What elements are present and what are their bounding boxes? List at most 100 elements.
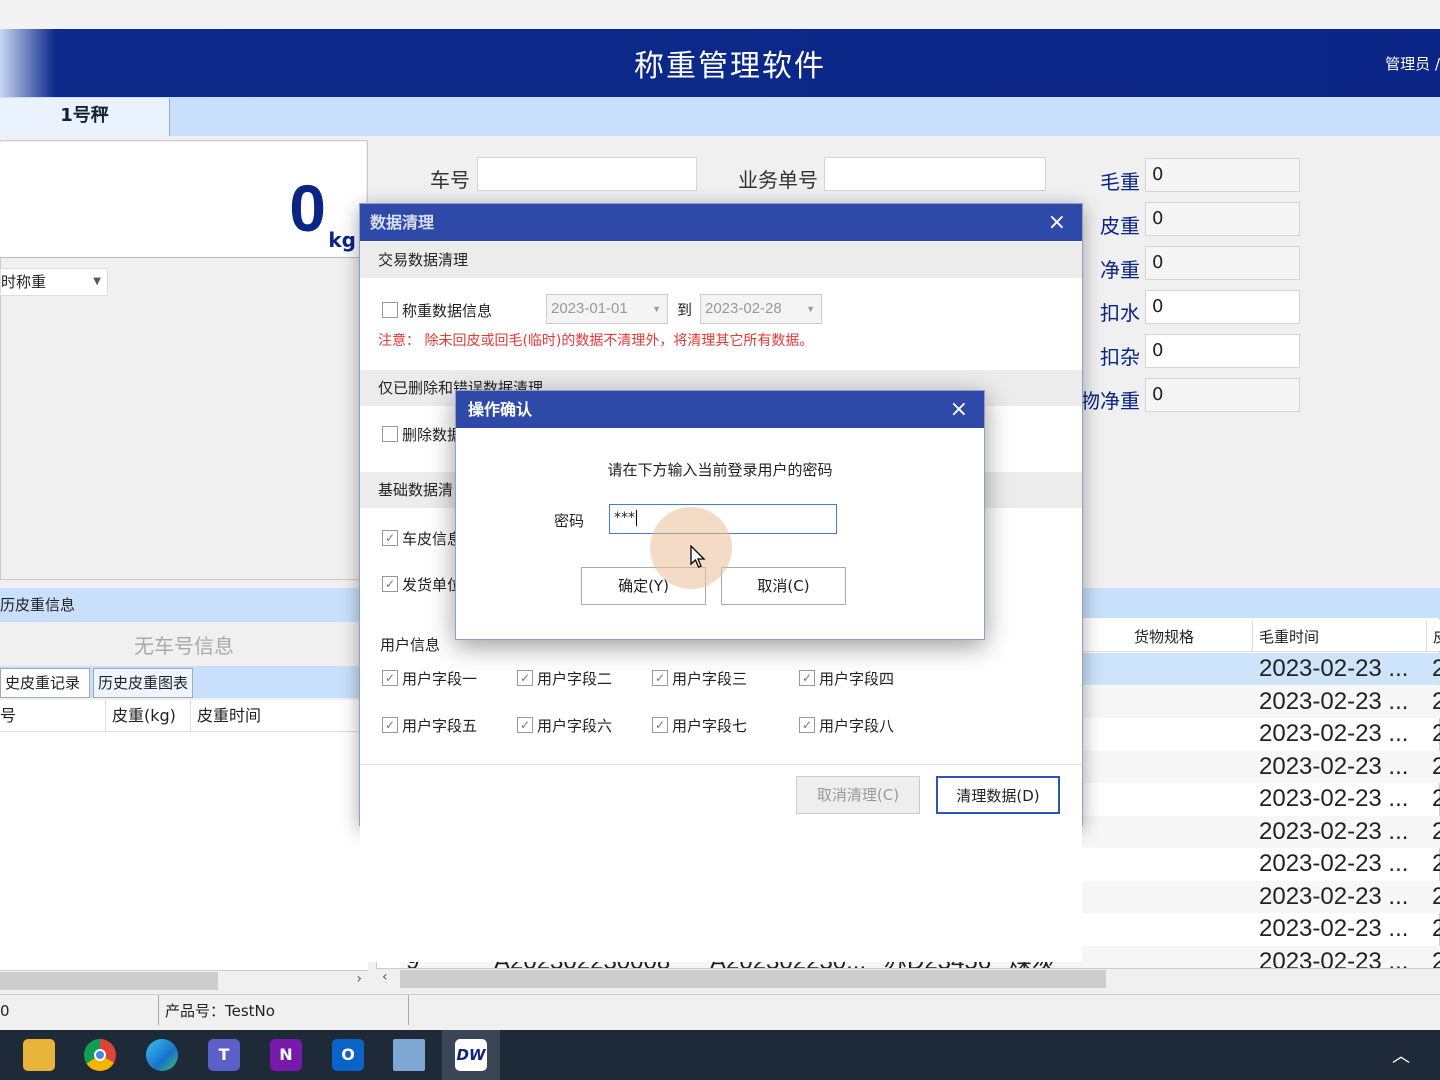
shipper-label: 发货单位 <box>402 576 463 594</box>
tare-info-title: 历皮重信息 <box>0 596 76 614</box>
left-hscrollbar[interactable]: › <box>0 970 368 990</box>
cell-tail: 2 <box>1432 882 1440 910</box>
chevron-down-icon: ▼ <box>652 304 661 314</box>
col-tare-time[interactable]: 皮重时间 <box>190 700 261 732</box>
water-deduct-input[interactable]: 0 <box>1145 290 1300 324</box>
scroll-left-icon[interactable]: ‹ <box>382 969 388 985</box>
weigh-mode-select[interactable]: 时称重 ▼ <box>0 268 108 296</box>
status-divider <box>408 995 409 1025</box>
vehicle-tare-checkbox[interactable]: ✓ <box>382 530 398 546</box>
user-field-8-checkbox[interactable]: ✓ <box>799 717 815 733</box>
cell-tail: 2 <box>1432 752 1440 780</box>
user-field-2-checkbox[interactable]: ✓ <box>517 670 533 686</box>
clean-data-button[interactable]: 清理数据(D) <box>936 776 1060 814</box>
chevron-down-icon: ▼ <box>806 304 815 314</box>
current-user[interactable]: 管理员 / <box>1385 53 1440 74</box>
app-title-bar: 称重管理软件 管理员 / <box>0 29 1440 97</box>
window-top-strip <box>0 0 1440 29</box>
confirm-title: 操作确认 <box>468 400 533 419</box>
user-field-5-label: 用户字段五 <box>402 717 478 735</box>
tare-table-header: 号 皮重(kg) 皮重时间 <box>0 700 368 732</box>
tab-tare-records[interactable]: 史皮重记录(0) <box>0 668 90 720</box>
cell-tail: 2 <box>1432 785 1440 812</box>
weight-value: 0 <box>289 171 326 245</box>
user-field-1-label: 用户字段一 <box>402 670 478 688</box>
tab-tare-chart[interactable]: 历史皮重图表 <box>93 668 193 698</box>
user-field-7-label: 用户字段七 <box>672 717 748 735</box>
date-to-value: 2023-02-28 <box>705 300 782 317</box>
data-clean-dialog-header: 数据清理 × <box>360 204 1082 241</box>
tare-table-body <box>0 732 368 970</box>
cell-time: 2023-02-23 ... <box>1259 720 1409 747</box>
close-icon[interactable]: × <box>950 391 968 428</box>
user-field-3-checkbox[interactable]: ✓ <box>652 670 668 686</box>
chevron-up-icon[interactable]: ︿ <box>1392 1042 1410 1068</box>
confirm-dialog: 操作确认 × 请在下方输入当前登录用户的密码 密码 *** 确定(Y) 取消(C… <box>455 390 985 640</box>
col-no[interactable]: 号 <box>0 700 16 732</box>
app-title: 称重管理软件 <box>634 49 826 84</box>
tab-scale-1[interactable]: 1号秤 <box>0 98 170 136</box>
password-label: 密码 <box>554 512 585 530</box>
cell-tail: 2 <box>1432 720 1440 747</box>
date-to-picker[interactable]: 2023-02-28 ▼ <box>700 294 822 324</box>
col-more[interactable]: 皮 <box>1426 620 1440 652</box>
vehicle-label: 车号 <box>430 168 470 192</box>
cell-time: 2023-02-23 ... <box>1259 915 1409 942</box>
outlook-icon[interactable]: O <box>332 1039 364 1071</box>
vehicle-input[interactable] <box>477 157 697 191</box>
cell-time: 2023-02-23 ... <box>1259 752 1409 780</box>
onenote-icon[interactable]: N <box>270 1039 302 1071</box>
scroll-thumb[interactable] <box>0 972 218 990</box>
user-info-heading: 用户信息 <box>380 636 441 654</box>
close-icon[interactable]: × <box>1048 204 1066 241</box>
edge-icon[interactable] <box>146 1039 178 1071</box>
weigh-mode-value: 时称重 <box>1 273 47 291</box>
cell-tail: 2 <box>1432 655 1440 682</box>
vehicle-tare-label: 车皮信息 <box>402 530 463 548</box>
grid-scroll-thumb[interactable] <box>400 970 1106 988</box>
user-field-1-checkbox[interactable]: ✓ <box>382 670 398 686</box>
data-clean-title: 数据清理 <box>370 213 435 232</box>
scroll-right-icon[interactable]: › <box>356 971 362 987</box>
weigh-info-label: 称重数据信息 <box>402 302 493 320</box>
cell-tail: 2 <box>1432 915 1440 942</box>
cancel-clean-button[interactable]: 取消清理(C) <box>796 776 920 814</box>
delete-data-checkbox[interactable] <box>382 426 398 442</box>
password-value: *** <box>614 510 635 526</box>
shipper-checkbox[interactable]: ✓ <box>382 576 398 592</box>
footer-divider <box>360 764 1082 765</box>
goods-net-field: 0 <box>1145 378 1300 412</box>
user-field-8-label: 用户字段八 <box>819 717 895 735</box>
weight-unit: kg <box>328 228 356 252</box>
user-field-7-checkbox[interactable]: ✓ <box>652 717 668 733</box>
cell-tail: 2 <box>1432 850 1440 877</box>
confirm-cancel-button[interactable]: 取消(C) <box>721 567 846 605</box>
cell-time: 2023-02-23 ... <box>1259 785 1409 812</box>
col-gross-time[interactable]: 毛重时间 <box>1252 620 1319 652</box>
user-field-5-checkbox[interactable]: ✓ <box>382 717 398 733</box>
col-goods-spec[interactable]: 货物规格 <box>1134 626 1194 647</box>
net-label: 净重 <box>1100 258 1140 282</box>
gross-field: 0 <box>1145 158 1300 192</box>
cell-tail: 2 <box>1432 817 1440 845</box>
weigh-info-checkbox[interactable] <box>382 302 398 318</box>
section-trade-body: 称重数据信息 2023-01-01 ▼ 到 2023-02-28 ▼ 注意： 除未回… <box>360 278 1082 370</box>
no-vehicle-text: 无车号信息 <box>134 634 234 658</box>
confirm-dialog-header: 操作确认 × <box>456 391 984 428</box>
chrome-icon[interactable] <box>84 1039 116 1071</box>
clean-warning: 注意： 除未回皮或回毛(临时)的数据不清理外，将清理其它所有数据。 <box>378 333 814 349</box>
file-explorer-icon[interactable] <box>23 1039 55 1071</box>
impurity-deduct-input[interactable]: 0 <box>1145 334 1300 368</box>
order-label: 业务单号 <box>738 168 818 192</box>
order-input[interactable] <box>824 157 1046 191</box>
grid-hscrollbar[interactable]: ‹ <box>376 968 1440 988</box>
mouse-pointer-icon <box>690 545 706 568</box>
dw-icon[interactable]: DW <box>455 1039 487 1071</box>
col-tare[interactable]: 皮重(kg) <box>105 700 176 732</box>
user-field-4-checkbox[interactable]: ✓ <box>799 670 815 686</box>
app-window-icon[interactable] <box>393 1039 425 1071</box>
cell-time: 2023-02-23 ... <box>1259 817 1409 845</box>
user-field-6-checkbox[interactable]: ✓ <box>517 717 533 733</box>
date-from-picker[interactable]: 2023-01-01 ▼ <box>546 294 668 324</box>
teams-icon[interactable]: T <box>208 1039 240 1071</box>
